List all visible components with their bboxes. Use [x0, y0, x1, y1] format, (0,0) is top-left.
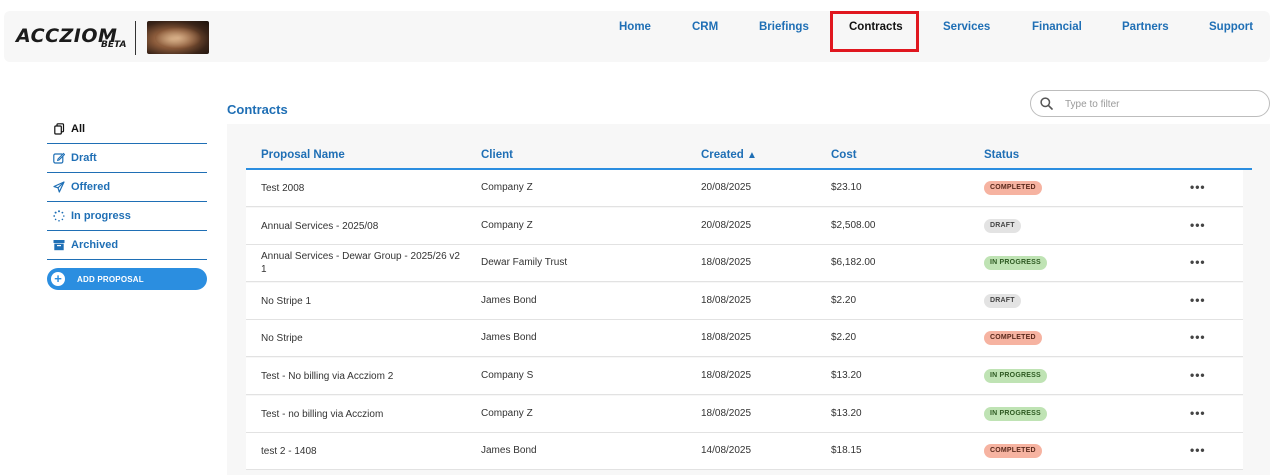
client-cell: Company Z [481, 407, 533, 419]
brand-beta-tag: BETA [101, 40, 127, 50]
table-row[interactable]: Test 2008 Company Z 20/08/2025 $23.10 COMPLE… [246, 170, 1243, 207]
copy-icon [53, 123, 65, 135]
sidebar-item-label: In progress [71, 210, 131, 222]
sort-ascending-icon: ▲ [747, 150, 757, 161]
top-header: ACCZIOM BETA [4, 11, 1270, 62]
nav-services[interactable]: Services [943, 21, 990, 33]
status-badge: IN PROGRESS [984, 256, 1047, 271]
nav-financial[interactable]: Financial [1032, 21, 1082, 33]
cost-cell: $13.20 [831, 407, 862, 419]
column-header-proposal-name[interactable]: Proposal Name [261, 149, 345, 161]
created-cell: 14/08/2025 [701, 445, 752, 457]
cost-cell: $2.20 [831, 332, 857, 344]
table-row[interactable]: Annual Services - Dewar Group - 2025/26 … [246, 245, 1243, 283]
column-header-client[interactable]: Client [481, 149, 513, 161]
status-badge: IN PROGRESS [984, 406, 1047, 421]
created-cell: 18/08/2025 [701, 407, 752, 419]
sidebar-item-label: Offered [71, 181, 111, 193]
sidebar-item-label: All [71, 123, 86, 135]
cost-cell: $23.10 [831, 182, 862, 193]
table-row[interactable]: Annual Services - 2025/08 Company Z 20/08/… [246, 207, 1243, 245]
proposal-name-cell: No Stripe 1 [261, 295, 312, 307]
row-more-menu-icon[interactable]: ••• [1190, 293, 1206, 307]
sidebar-item-in-progress[interactable]: In progress [47, 202, 207, 231]
client-cell: Company S [481, 370, 534, 381]
client-cell: Dewar Family Trust [481, 257, 568, 269]
sidebar-item-label: Draft [71, 152, 97, 164]
status-badge: COMPLETED [984, 181, 1042, 195]
status-badge: IN PROGRESS [984, 369, 1047, 383]
spinner-icon [53, 210, 65, 222]
status-badge: DRAFT [984, 293, 1021, 308]
nav-home[interactable]: Home [619, 21, 651, 33]
row-more-menu-icon[interactable]: ••• [1190, 443, 1206, 457]
status-badge: COMPLETED [984, 331, 1042, 346]
proposal-name-cell: Annual Services - 2025/08 [261, 220, 379, 232]
send-icon [53, 181, 65, 193]
nav-partners[interactable]: Partners [1122, 21, 1169, 33]
nav-briefings[interactable]: Briefings [759, 21, 809, 33]
edit-icon [53, 152, 65, 164]
client-cell: James Bond [481, 332, 537, 344]
client-cell: Company Z [481, 182, 533, 193]
column-header-created-label: Created [701, 149, 744, 161]
proposal-name-cell: Test 2008 [261, 183, 305, 194]
sidebar-item-offered[interactable]: Offered [47, 173, 207, 202]
brand-image [147, 21, 209, 54]
cost-cell: $2,508.00 [831, 219, 876, 231]
row-more-menu-icon[interactable]: ••• [1190, 368, 1206, 382]
proposal-name-cell: Annual Services - Dewar Group - 2025/26 … [261, 251, 460, 276]
column-header-status[interactable]: Status [984, 149, 1019, 161]
created-cell: 20/08/2025 [701, 219, 752, 231]
table-row[interactable]: No Stripe 1 James Bond 18/08/2025 $2.20 DRAF… [246, 282, 1243, 320]
nav-crm[interactable]: CRM [692, 21, 718, 33]
proposal-name-cell: No Stripe [261, 333, 303, 345]
proposal-name-cell: Test - No billing via Accziom 2 [261, 371, 394, 382]
table-row[interactable]: test 2 - 1408 James Bond 14/08/2025 $18.15 C… [246, 433, 1243, 471]
created-cell: 20/08/2025 [701, 182, 752, 193]
table-row[interactable]: Test - No billing via Accziom 2 Company S… [246, 358, 1243, 395]
search-input[interactable] [1065, 96, 1255, 112]
table-row[interactable]: Test - no billing via Accziom Company Z 18… [246, 395, 1243, 433]
client-cell: James Bond [481, 445, 537, 457]
created-cell: 18/08/2025 [701, 294, 752, 306]
add-proposal-label: ADD PROPOSAL [77, 274, 144, 284]
sidebar-item-archived[interactable]: Archived [47, 231, 207, 260]
archive-icon [53, 239, 65, 251]
logo-divider [135, 21, 136, 55]
search-icon [1040, 97, 1053, 110]
cost-cell: $6,182.00 [831, 257, 876, 269]
table-row[interactable]: No Stripe James Bond 18/08/2025 $2.20 COMPLE… [246, 320, 1243, 358]
plus-icon: + [51, 272, 65, 286]
proposal-name-cell: Test - no billing via Accziom [261, 408, 384, 420]
search-box[interactable] [1030, 90, 1270, 117]
cost-cell: $18.15 [831, 445, 862, 457]
sidebar-item-label: Archived [71, 239, 119, 251]
nav-active-highlight [830, 11, 919, 52]
sidebar-item-all[interactable]: All [47, 115, 207, 144]
row-more-menu-icon[interactable]: ••• [1190, 180, 1206, 194]
add-proposal-button[interactable]: + ADD PROPOSAL [47, 268, 207, 290]
created-cell: 18/08/2025 [701, 332, 752, 344]
column-header-cost[interactable]: Cost [831, 149, 857, 161]
proposal-name-cell: test 2 - 1408 [261, 446, 317, 458]
row-more-menu-icon[interactable]: ••• [1190, 255, 1206, 269]
nav-support[interactable]: Support [1209, 21, 1253, 33]
client-cell: Company Z [481, 219, 533, 231]
column-header-created[interactable]: Created ▲ [701, 149, 757, 161]
created-cell: 18/08/2025 [701, 257, 752, 269]
status-badge: COMPLETED [984, 444, 1042, 459]
sidebar-item-draft[interactable]: Draft [47, 144, 207, 173]
client-cell: James Bond [481, 294, 537, 306]
row-more-menu-icon[interactable]: ••• [1190, 218, 1206, 232]
status-badge: DRAFT [984, 218, 1021, 233]
cost-cell: $2.20 [831, 294, 857, 306]
page-title: Contracts [227, 102, 288, 117]
row-more-menu-icon[interactable]: ••• [1190, 406, 1206, 420]
cost-cell: $13.20 [831, 370, 862, 381]
created-cell: 18/08/2025 [701, 370, 752, 381]
row-more-menu-icon[interactable]: ••• [1190, 330, 1206, 344]
